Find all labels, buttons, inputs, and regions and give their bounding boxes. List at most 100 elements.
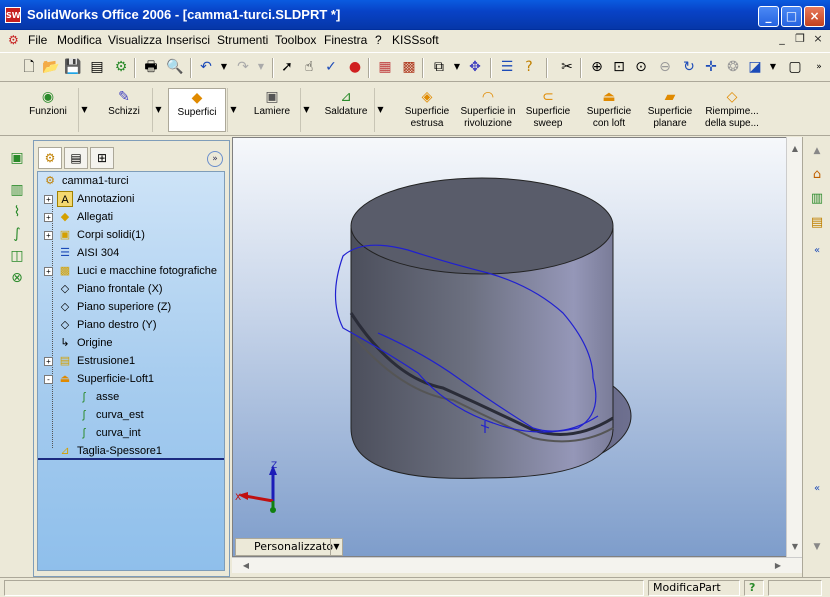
tree-node-origine[interactable]: ↳ Origine xyxy=(57,334,112,352)
taskpane-expand-icon[interactable]: « xyxy=(807,479,827,499)
menu-file[interactable]: File xyxy=(28,33,47,47)
tree-node-superficie-loft[interactable]: - ⏏ Superficie-Loft1 xyxy=(44,370,154,388)
roll-view-icon[interactable]: ❂ xyxy=(724,58,742,76)
cm-superfici-dropdown[interactable]: ▼ xyxy=(227,88,239,132)
traffic-light-icon[interactable]: ● xyxy=(346,58,364,76)
curves-toolbar-icon[interactable]: ⌇ xyxy=(8,204,26,222)
mold-toolbar-icon[interactable]: ⊗ xyxy=(8,270,26,288)
tool-superficie-sweep-button[interactable]: ⊂ Superficie sweep xyxy=(520,88,576,132)
cm-funzioni-button[interactable]: ◉ Funzioni xyxy=(20,88,76,132)
layer-icon[interactable]: ⧉ xyxy=(430,58,448,76)
cm-schizzi-button[interactable]: ✎ Schizzi xyxy=(96,88,152,132)
zoom-in-out-icon[interactable]: ⊙ xyxy=(632,58,650,76)
wireframe-cube-icon[interactable]: ▢ xyxy=(786,58,804,76)
menu-visualizza[interactable]: Visualizza xyxy=(108,33,162,47)
drawing-from-part-icon[interactable]: ▤ xyxy=(88,58,106,76)
tree-node-piano-destro[interactable]: ◇ Piano destro (Y) xyxy=(57,316,157,334)
tree-node-piano-frontale[interactable]: ◇ Piano frontale (X) xyxy=(57,280,163,298)
sketch-toolbar-icon[interactable]: ▣ xyxy=(8,150,26,168)
home-icon[interactable]: ⌂ xyxy=(807,165,827,185)
menu-strumenti[interactable]: Strumenti xyxy=(217,33,268,47)
redo-icon[interactable]: ↷ xyxy=(234,58,252,76)
tab-feature-manager[interactable]: ⚙ xyxy=(38,147,62,169)
tree-root[interactable]: ⚙ camma1-turci xyxy=(42,172,129,190)
taskpane-scroll-down-icon[interactable]: ▼ xyxy=(807,537,827,557)
select-other-icon[interactable]: ☝ xyxy=(300,58,318,76)
menu-toolbox[interactable]: Toolbox xyxy=(275,33,316,47)
rotate-icon[interactable]: ↻ xyxy=(680,58,698,76)
features-toolbar-icon[interactable]: ▥ xyxy=(8,182,26,200)
collapse-panel-button[interactable]: » xyxy=(207,151,223,167)
solidworks-logo-icon[interactable]: SW xyxy=(5,7,21,23)
tree-node-corpi-solidi[interactable]: + ▣ Corpi solidi(1) xyxy=(44,226,145,244)
design-library-icon[interactable]: ▥ xyxy=(807,189,827,209)
zoom-area-icon[interactable]: ⊡ xyxy=(610,58,628,76)
tree-node-piano-superiore[interactable]: ◇ Piano superiore (Z) xyxy=(57,298,171,316)
grid-icon[interactable]: ▦ xyxy=(376,58,394,76)
scroll-down-arrow-icon[interactable]: ▼ xyxy=(787,539,803,555)
cm-schizzi-dropdown[interactable]: ▼ xyxy=(152,88,164,132)
select-cursor-icon[interactable]: ➚ xyxy=(278,58,296,76)
surfaces-toolbar-icon[interactable]: ◫ xyxy=(8,248,26,266)
open-folder-icon[interactable]: 📂 xyxy=(42,58,60,76)
cm-funzioni-dropdown[interactable]: ▼ xyxy=(78,88,90,132)
tree-node-curva-int[interactable]: ʃ curva_int xyxy=(76,424,141,442)
tree-node-asse[interactable]: ʃ asse xyxy=(76,388,119,406)
cm-superfici-button[interactable]: ◆ Superfici xyxy=(168,88,226,132)
doc-close-button[interactable]: × xyxy=(810,32,826,46)
close-button[interactable]: × xyxy=(804,6,825,27)
rollback-bar[interactable] xyxy=(38,458,224,460)
measure-icon[interactable]: ✂ xyxy=(558,58,576,76)
cam-model-view[interactable]: Z X xyxy=(233,138,802,557)
tool-superficie-estrusa-button[interactable]: ◈ Superficie estrusa xyxy=(398,88,456,132)
status-help-icon[interactable]: ? xyxy=(744,580,764,596)
horizontal-scrollbar[interactable]: ◀ ▶ xyxy=(232,557,802,573)
doc-minimize-button[interactable]: _ xyxy=(774,32,790,46)
scroll-right-arrow-icon[interactable]: ▶ xyxy=(770,558,786,574)
document-icon[interactable]: ⚙ xyxy=(8,33,19,47)
view-dropdown-icon[interactable]: ▼ xyxy=(764,58,782,76)
minimize-button[interactable]: _ xyxy=(758,6,779,27)
tab-property-manager[interactable]: ▤ xyxy=(64,147,88,169)
layer-dropdown-icon[interactable]: ▼ xyxy=(448,58,466,76)
configuration-tab[interactable]: Personalizzato ▼ xyxy=(235,538,343,556)
tree-node-curva-est[interactable]: ʃ curva_est xyxy=(76,406,144,424)
tree-node-annotazioni[interactable]: + A Annotazioni xyxy=(44,190,135,208)
graphics-area[interactable]: Z X xyxy=(232,137,802,557)
print-preview-icon[interactable]: 🔍 xyxy=(166,58,184,76)
tool-superficie-rivoluzione-button[interactable]: ◠ Superficie in rivoluzione xyxy=(457,88,519,132)
scroll-left-arrow-icon[interactable]: ◀ xyxy=(238,558,254,574)
toolbar-overflow-icon[interactable]: » xyxy=(810,58,828,76)
menu-modifica[interactable]: Modifica xyxy=(57,33,102,47)
tree-node-material[interactable]: ☰ AISI 304 xyxy=(57,244,119,262)
doc-restore-button[interactable]: ❐ xyxy=(792,32,808,46)
brick-wall-icon[interactable]: ▩ xyxy=(400,58,418,76)
tab-configuration-manager[interactable]: ⊞ xyxy=(90,147,114,169)
menu-finestra[interactable]: Finestra xyxy=(324,33,367,47)
help-icon[interactable]: ? xyxy=(520,58,538,76)
maximize-button[interactable]: □ xyxy=(781,6,802,27)
cm-saldature-dropdown[interactable]: ▼ xyxy=(374,88,386,132)
menu-kisssoft[interactable]: KISSsoft xyxy=(392,33,439,47)
cm-saldature-button[interactable]: ⊿ Saldature xyxy=(318,88,374,132)
new-document-icon[interactable]: 🗋 xyxy=(20,58,38,76)
taskpane-collapse-icon[interactable]: « xyxy=(807,241,827,261)
menu-inserisci[interactable]: Inserisci xyxy=(166,33,210,47)
cm-lamiere-button[interactable]: ▣ Lamiere xyxy=(244,88,300,132)
file-explorer-icon[interactable]: ▤ xyxy=(807,213,827,233)
tab-dropdown-icon[interactable]: ▼ xyxy=(330,539,342,555)
zoom-to-fit-icon[interactable]: ⊕ xyxy=(588,58,606,76)
rebuild-icon[interactable]: ✓ xyxy=(322,58,340,76)
undo-icon[interactable]: ↶ xyxy=(197,58,215,76)
save-icon[interactable]: 💾 xyxy=(64,58,82,76)
tool-riempimento-superficie-button[interactable]: ◇ Riempime... della supe... xyxy=(700,88,764,132)
tree-node-luci[interactable]: + ▩ Luci e macchine fotografiche xyxy=(44,262,217,280)
tool-superficie-planare-button[interactable]: ▰ Superficie planare xyxy=(642,88,698,132)
view-orientation-icon[interactable]: ◪ xyxy=(746,58,764,76)
assembly-from-part-icon[interactable]: ⚙ xyxy=(112,58,130,76)
print-icon[interactable]: 🖶 xyxy=(142,58,160,76)
redo-dropdown-icon[interactable]: ▼ xyxy=(252,58,270,76)
vertical-scrollbar[interactable]: ▲ ▼ xyxy=(786,137,802,557)
move-icon[interactable]: ✥ xyxy=(466,58,484,76)
undo-dropdown-icon[interactable]: ▼ xyxy=(215,58,233,76)
